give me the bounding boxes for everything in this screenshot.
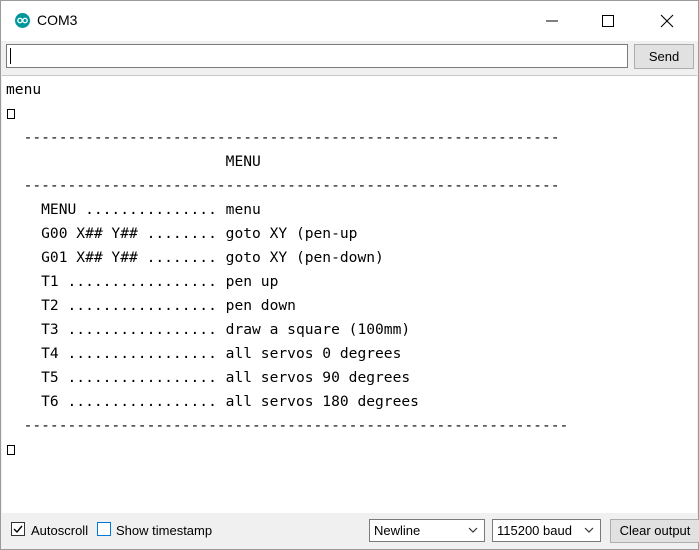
autoscroll-label[interactable]: Autoscroll (31, 523, 88, 538)
serial-output-area[interactable]: menu -----------------------------------… (2, 75, 697, 514)
line-ending-select[interactable]: Newline (369, 519, 485, 542)
close-button[interactable] (644, 1, 690, 41)
title-bar[interactable]: COM3 (1, 1, 698, 41)
output-line: G00 X## Y## ........ goto XY (pen-up (6, 225, 358, 242)
baud-rate-select[interactable]: 115200 baud (492, 519, 601, 542)
output-line: T6 ................. all servos 180 degr… (6, 393, 419, 410)
minimize-icon (546, 20, 558, 22)
clear-output-button[interactable]: Clear output (610, 519, 699, 543)
serial-send-input[interactable] (6, 44, 628, 68)
unprintable-char-icon (7, 109, 15, 119)
output-line: MENU (6, 153, 261, 170)
output-line: T5 ................. all servos 90 degre… (6, 369, 411, 386)
show-timestamp-label[interactable]: Show timestamp (116, 523, 212, 538)
minimize-button[interactable] (529, 1, 575, 41)
line-ending-value: Newline (374, 523, 421, 538)
output-line: ----------------------------------------… (6, 417, 569, 434)
output-line: T3 ................. draw a square (100m… (6, 321, 411, 338)
send-bar: Send (1, 41, 698, 74)
text-caret (10, 48, 11, 64)
maximize-button[interactable] (585, 1, 631, 41)
baud-rate-value: 115200 baud (497, 523, 572, 538)
maximize-icon (602, 15, 614, 27)
output-line: T1 ................. pen up (6, 273, 279, 290)
output-line: ----------------------------------------… (6, 177, 560, 194)
arduino-logo-icon (15, 13, 30, 28)
window-title: COM3 (37, 12, 78, 28)
show-timestamp-checkbox[interactable] (97, 522, 111, 536)
status-bar: Autoscroll Show timestamp Newline 115200… (1, 513, 699, 549)
output-line: MENU ............... menu (6, 201, 261, 218)
serial-monitor-window: COM3 Send menu -------------------------… (0, 0, 699, 550)
chevron-down-icon (468, 527, 478, 533)
output-line: menu (6, 81, 42, 98)
autoscroll-checkbox[interactable] (11, 522, 25, 536)
unprintable-char-icon (7, 445, 15, 455)
close-icon (660, 14, 674, 28)
checkmark-icon (13, 525, 23, 534)
output-line: ----------------------------------------… (6, 129, 560, 146)
send-button[interactable]: Send (634, 44, 694, 69)
output-line: T2 ................. pen down (6, 297, 296, 314)
chevron-down-icon (584, 527, 594, 533)
output-line: T4 ................. all servos 0 degree… (6, 345, 402, 362)
output-line: G01 X## Y## ........ goto XY (pen-down) (6, 249, 384, 266)
